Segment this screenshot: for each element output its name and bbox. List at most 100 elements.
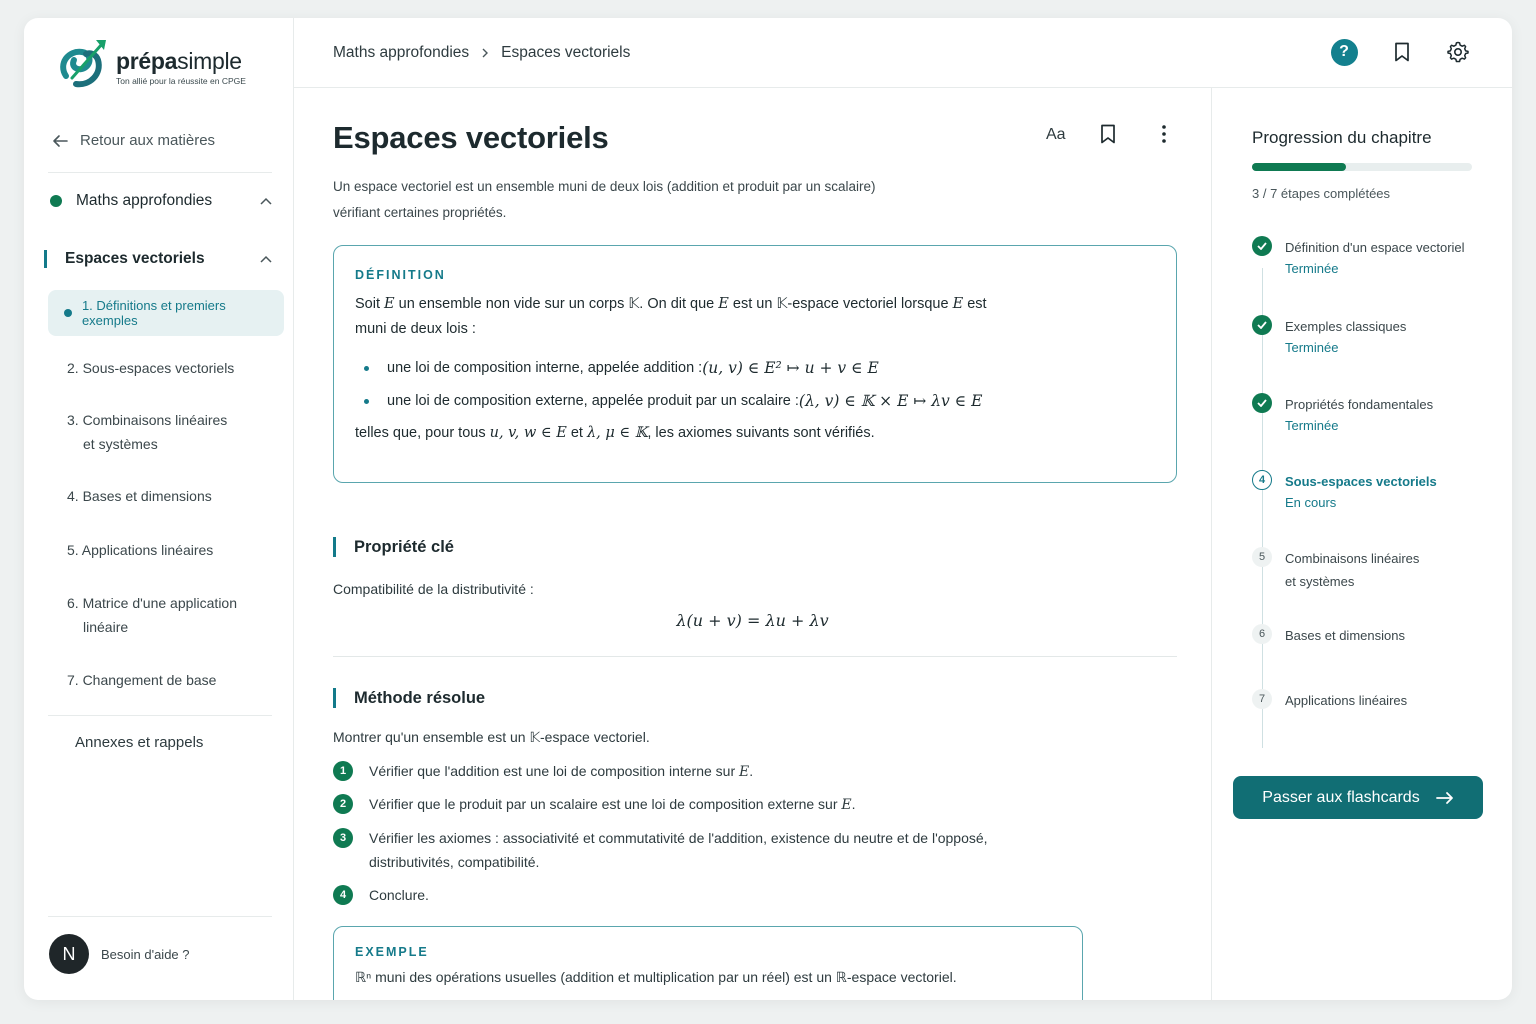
timeline-step[interactable]: Définition d'un espace vectoriel Terminée xyxy=(1252,236,1502,276)
arrow-left-icon xyxy=(53,134,68,147)
math: ℝⁿ xyxy=(355,969,372,985)
settings-button[interactable] xyxy=(1444,38,1472,66)
property-text: Compatibilité de la distributivité : xyxy=(333,581,534,597)
math: E xyxy=(384,296,395,312)
step-title-line2: et systèmes xyxy=(1285,574,1355,589)
section-item[interactable]: 4. Bases et dimensions xyxy=(67,484,267,508)
section-item[interactable]: 5. Applications linéaires xyxy=(67,538,267,562)
text: Conclure. xyxy=(369,887,429,903)
section-item-active[interactable]: 1. Définitions et premiers exemples xyxy=(48,290,284,336)
math: E xyxy=(718,296,729,312)
text: Soit xyxy=(355,296,385,312)
heading-text: Méthode résolue xyxy=(354,688,486,707)
section-item[interactable]: 6. Matrice d'une application linéaire xyxy=(67,591,267,639)
method-heading: Méthode résolue xyxy=(333,688,485,708)
text: Montrer qu'un ensemble est un xyxy=(333,729,530,745)
arrow-right-icon xyxy=(1435,791,1453,804)
text: muni des opérations usuelles (addition e… xyxy=(371,969,836,985)
divider xyxy=(48,715,272,716)
section-item[interactable]: 3. Combinaisons linéaires et systèmes xyxy=(67,408,267,456)
text: telles que, pour tous xyxy=(355,425,490,441)
subject-item[interactable]: Maths approfondies xyxy=(50,192,272,210)
step-status: Terminée xyxy=(1285,261,1339,276)
active-dot-icon xyxy=(64,309,72,317)
progress-count: 3 / 7 étapes complétées xyxy=(1252,186,1391,201)
timeline-step[interactable]: Propriétés fondamentales Terminée xyxy=(1252,393,1502,433)
timeline-step[interactable]: 5 Combinaisons linéaires et systèmes xyxy=(1252,547,1502,593)
back-to-subjects-link[interactable]: Retour aux matières xyxy=(52,132,215,149)
step-number: 3 xyxy=(333,828,353,848)
heading-bar xyxy=(333,688,336,708)
flashcards-button[interactable]: Passer aux flashcards xyxy=(1233,776,1483,819)
text: Vérifier que l'addition est une loi de c… xyxy=(369,763,739,779)
help-link[interactable]: N Besoin d'aide ? xyxy=(49,934,190,974)
text: une loi de composition interne, appelée … xyxy=(387,360,703,376)
bullet-icon xyxy=(364,365,369,371)
text: distributivités, compatibilité. xyxy=(369,854,540,870)
timeline-step[interactable]: 6 Bases et dimensions xyxy=(1252,624,1502,647)
step-number-icon: 7 xyxy=(1252,689,1272,709)
step-number-icon: 6 xyxy=(1252,624,1272,644)
step-status: En cours xyxy=(1285,495,1337,510)
timeline-step-current[interactable]: 4 Sous-espaces vectoriels En cours xyxy=(1252,470,1502,510)
brand-logo[interactable]: prépasimple Ton allié pour la réussite e… xyxy=(56,34,246,96)
section-label-line2: et systèmes xyxy=(83,436,158,452)
text: est xyxy=(963,296,987,312)
help-button[interactable]: ? xyxy=(1330,38,1358,66)
text: , les axiomes suivants sont vérifiés. xyxy=(647,425,875,441)
progress-title: Progression du chapitre xyxy=(1252,128,1432,147)
bookmark-icon xyxy=(1101,124,1115,144)
step-title: Propriétés fondamentales xyxy=(1285,397,1434,412)
check-circle-icon xyxy=(1252,393,1272,413)
method-step: 2 Vérifier que le produit par un scalair… xyxy=(333,792,856,817)
section-label: 1. Définitions et premiers exemples xyxy=(81,298,226,328)
intro-line: vérifiant certaines propriétés. xyxy=(333,205,507,220)
math: (λ, v) ∈ 𝕂 × E ↦ λv ∈ E xyxy=(798,392,983,410)
brand-tagline: Ton allié pour la réussite en CPGE xyxy=(116,76,246,86)
step-title: Applications linéaires xyxy=(1285,693,1408,708)
divider xyxy=(333,656,1177,657)
bookmark-button[interactable] xyxy=(1388,38,1416,66)
timeline-step[interactable]: Exemples classiques Terminée xyxy=(1252,315,1502,355)
text: Vérifier que le produit par un scalaire … xyxy=(369,796,842,812)
breadcrumb-item[interactable]: Maths approfondies xyxy=(333,44,469,62)
help-icon: ? xyxy=(1330,38,1358,66)
logo-icon xyxy=(60,40,106,88)
bookmark-icon xyxy=(1395,42,1409,62)
method-step: 1 Vérifier que l'addition est une loi de… xyxy=(333,759,753,784)
example-box: EXEMPLE ℝⁿ muni des opérations usuelles … xyxy=(333,926,1083,1000)
text: et xyxy=(566,425,587,441)
intro-line: Un espace vectoriel est un ensemble muni… xyxy=(333,179,876,194)
text: Vérifier les axiomes : associativité et … xyxy=(369,830,988,846)
step-status: Terminée xyxy=(1285,418,1339,433)
method-intro: Montrer qu'un ensemble est un 𝕂-espace v… xyxy=(333,729,650,746)
section-label: 4. Bases et dimensions xyxy=(67,488,212,504)
font-size-button[interactable]: Aa xyxy=(1046,126,1066,144)
step-number: 1 xyxy=(333,761,353,781)
annexes-link[interactable]: Annexes et rappels xyxy=(75,734,203,751)
chevron-up-icon xyxy=(260,197,272,205)
step-status: Terminée xyxy=(1285,340,1339,355)
more-options-button[interactable] xyxy=(1160,124,1168,149)
page-title: Espaces vectoriels xyxy=(333,120,609,155)
property-heading: Propriété clé xyxy=(333,537,454,557)
progress-bar xyxy=(1252,163,1472,171)
subject-label: Maths approfondies xyxy=(76,192,213,209)
section-item[interactable]: 7. Changement de base xyxy=(67,668,267,692)
back-label: Retour aux matières xyxy=(80,132,216,149)
section-item[interactable]: 2. Sous-espaces vectoriels xyxy=(67,356,267,380)
math: ℝ xyxy=(835,969,847,985)
bookmark-lesson-button[interactable] xyxy=(1100,124,1116,149)
chapter-item[interactable]: Espaces vectoriels xyxy=(44,246,272,272)
list-item: une loi de composition externe, appelée … xyxy=(355,389,1155,413)
progress-fill xyxy=(1252,163,1347,171)
timeline-step[interactable]: 7 Applications linéaires xyxy=(1252,689,1502,712)
text: une loi de composition externe, appelée … xyxy=(387,393,799,409)
text: . xyxy=(749,763,754,779)
section-label: 5. Applications linéaires xyxy=(67,542,214,558)
lesson-intro: Un espace vectoriel est un ensemble muni… xyxy=(333,174,933,226)
text: -espace vectoriel lorsque xyxy=(787,296,953,312)
step-title: Combinaisons linéaires xyxy=(1285,551,1420,566)
top-header: Maths approfondies Espaces vectoriels ? xyxy=(294,18,1512,88)
heading-bar xyxy=(333,537,336,557)
